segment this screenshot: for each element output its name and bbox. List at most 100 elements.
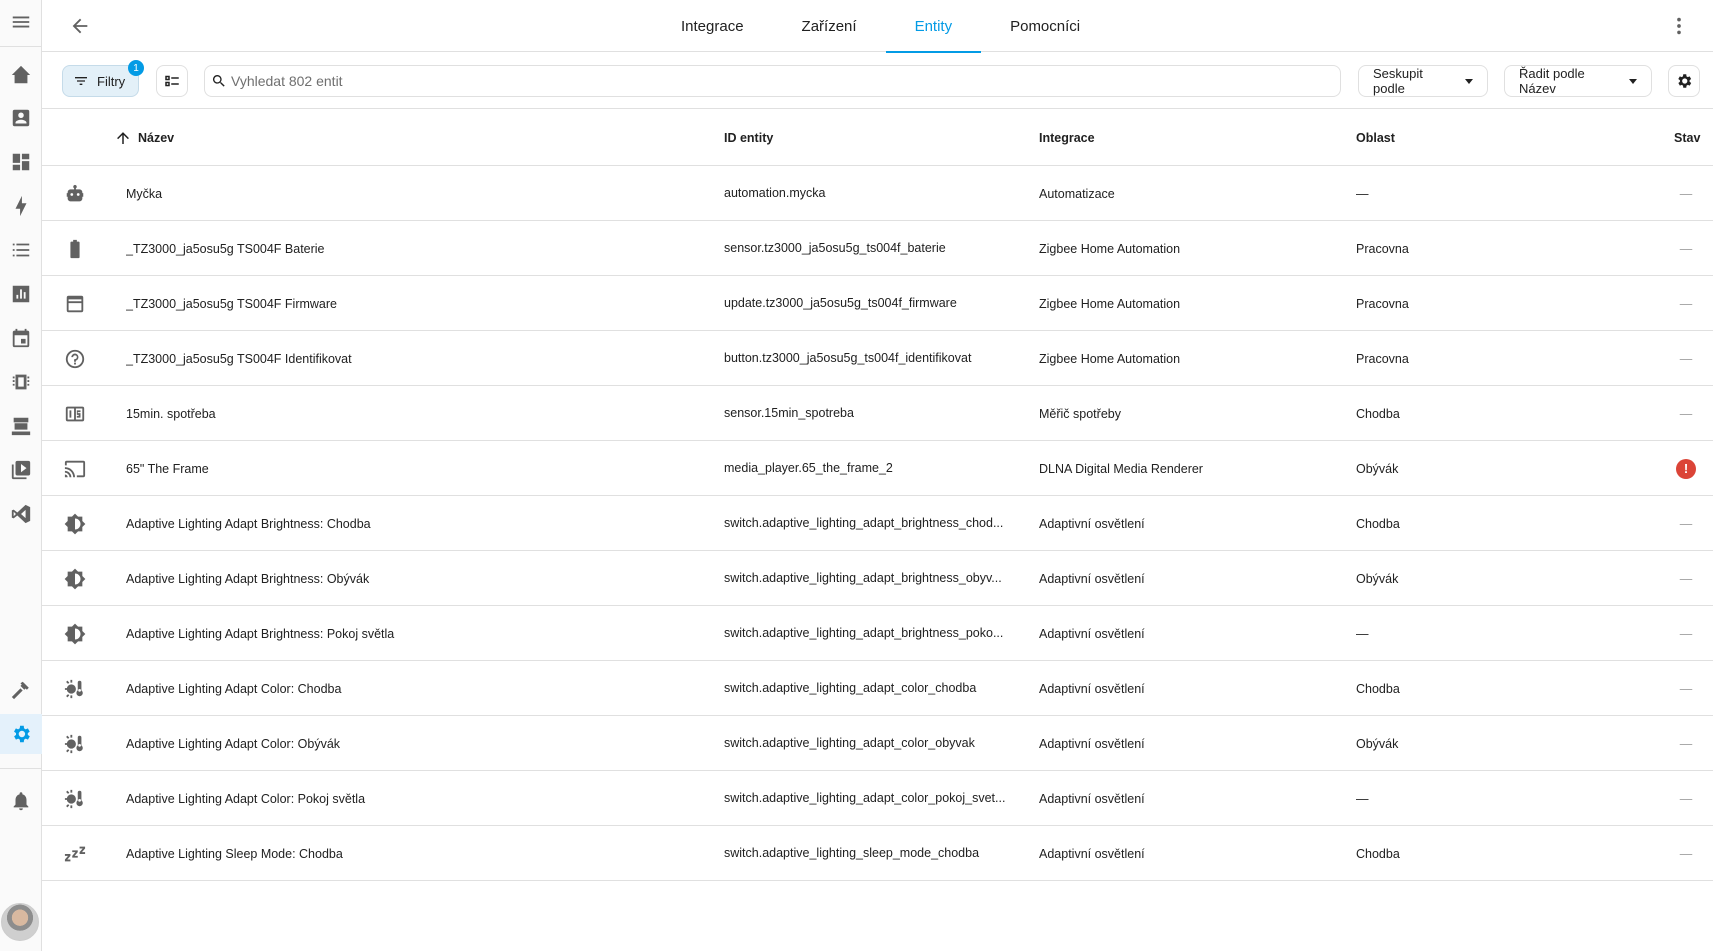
entity-id: switch.adaptive_lighting_sleep_mode_chod…: [724, 846, 980, 860]
filters-label: Filtry: [97, 73, 126, 89]
entity-area: Obývák: [1356, 461, 1399, 476]
media-icon[interactable]: [0, 450, 42, 490]
tab-helpers[interactable]: Pomocníci: [981, 0, 1109, 52]
robot-icon: [62, 166, 88, 221]
entity-area: Chodba: [1356, 406, 1400, 421]
entity-state: —: [1679, 296, 1693, 311]
entity-id: switch.adaptive_lighting_adapt_color_oby…: [724, 736, 975, 750]
entity-state: —: [1679, 351, 1693, 366]
filter-count-badge: 1: [128, 60, 144, 76]
help-circle-icon: [62, 331, 88, 386]
entity-id: automation.mycka: [724, 186, 826, 200]
entity-area: —: [1356, 186, 1369, 201]
table-row[interactable]: Adaptive Lighting Adapt Brightness: Obýv…: [42, 551, 1713, 606]
entity-name: Adaptive Lighting Adapt Brightness: Poko…: [126, 626, 395, 641]
entity-state: —: [1679, 406, 1693, 421]
search-input[interactable]: [231, 73, 1231, 89]
table-row[interactable]: Myčka automation.mycka Automatizace — —: [42, 166, 1713, 221]
search-icon: [212, 75, 225, 87]
sidebar: [0, 0, 42, 951]
entity-id: switch.adaptive_lighting_adapt_brightnes…: [724, 626, 1004, 640]
column-header-integration[interactable]: Integrace: [1039, 109, 1095, 166]
back-arrow-icon[interactable]: [66, 12, 94, 40]
table-row[interactable]: _TZ3000_ja5osu5g TS004F Baterie sensor.t…: [42, 221, 1713, 276]
entity-name: Adaptive Lighting Adapt Color: Pokoj svě…: [126, 791, 366, 806]
table-row[interactable]: Adaptive Lighting Adapt Color: Obývák sw…: [42, 716, 1713, 771]
list-icon[interactable]: [0, 230, 42, 270]
battery-icon: [62, 221, 88, 276]
table-row[interactable]: Adaptive Lighting Adapt Brightness: Chod…: [42, 496, 1713, 551]
entity-area: Chodba: [1356, 681, 1400, 696]
brightness-icon: [62, 606, 88, 661]
group-by-dropdown[interactable]: Seskupit podle: [1358, 65, 1488, 97]
entity-area: —: [1356, 626, 1369, 641]
chart-bar-icon[interactable]: [0, 274, 42, 314]
sort-by-dropdown[interactable]: Řadit podle Název: [1504, 65, 1652, 97]
entity-state: —: [1679, 681, 1693, 696]
sort-by-label: Řadit podle Název: [1519, 66, 1585, 96]
vscode-icon[interactable]: [0, 494, 42, 534]
table-row[interactable]: _TZ3000_ja5osu5g TS004F Firmware update.…: [42, 276, 1713, 331]
lightning-bolt-icon[interactable]: [0, 186, 42, 226]
entity-id: switch.adaptive_lighting_adapt_brightnes…: [724, 571, 1002, 585]
entity-integration: DLNA Digital Media Renderer: [1039, 461, 1203, 476]
sun-thermometer-icon: [62, 771, 88, 826]
entity-name: 15min. spotřeba: [126, 406, 216, 421]
entity-area: Pracovna: [1356, 241, 1409, 256]
table-row[interactable]: Adaptive Lighting Adapt Color: Pokoj svě…: [42, 771, 1713, 826]
tab-devices[interactable]: Zařízení: [773, 0, 886, 52]
settings-icon[interactable]: [0, 714, 42, 754]
table-row[interactable]: 65" The Frame media_player.65_the_frame_…: [42, 441, 1713, 496]
entity-state: —: [1679, 516, 1693, 531]
entity-area: Obývák: [1356, 571, 1399, 586]
entity-integration: Automatizace: [1039, 186, 1115, 201]
entity-area: Pracovna: [1356, 351, 1409, 366]
caret-down-icon: [1629, 78, 1637, 84]
home-assistant-icon[interactable]: [0, 55, 42, 95]
error-icon[interactable]: !: [1676, 458, 1696, 479]
table-row[interactable]: Adaptive Lighting Sleep Mode: Chodba swi…: [42, 826, 1713, 881]
tab-entities[interactable]: Entity: [885, 0, 982, 53]
column-header-state[interactable]: Stav: [1674, 109, 1700, 166]
entity-integration: Adaptivní osvětlení: [1039, 791, 1145, 806]
hacs-store-icon[interactable]: [0, 406, 42, 446]
chip-icon[interactable]: [0, 362, 42, 402]
dashboard-icon[interactable]: [0, 142, 42, 182]
entity-name: Adaptive Lighting Adapt Brightness: Chod…: [126, 516, 371, 531]
table-row[interactable]: Adaptive Lighting Adapt Color: Chodba sw…: [42, 661, 1713, 716]
hammer-icon[interactable]: [0, 670, 42, 710]
column-header-entity-id[interactable]: ID entity: [724, 109, 773, 166]
brightness-icon: [62, 496, 88, 551]
entity-state: —: [1679, 846, 1693, 861]
entity-name: Adaptive Lighting Adapt Brightness: Obýv…: [126, 571, 370, 586]
table-settings-button[interactable]: [1668, 65, 1700, 97]
column-header-area[interactable]: Oblast: [1356, 109, 1395, 166]
selection-mode-button[interactable]: [156, 65, 188, 97]
gear-icon: [1678, 74, 1692, 88]
entity-id: switch.adaptive_lighting_adapt_color_cho…: [724, 681, 977, 695]
calendar-icon[interactable]: [0, 318, 42, 358]
filter-icon: [75, 77, 87, 85]
column-header-name[interactable]: Název: [114, 109, 174, 166]
entity-name: _TZ3000_ja5osu5g TS004F Baterie: [126, 241, 325, 256]
entity-integration: Adaptivní osvětlení: [1039, 736, 1145, 751]
account-box-icon[interactable]: [0, 98, 42, 138]
table-row[interactable]: 15min. spotřeba sensor.15min_spotreba Mě…: [42, 386, 1713, 441]
tab-integrations[interactable]: Integrace: [652, 0, 773, 52]
entity-area: Pracovna: [1356, 296, 1409, 311]
table-row[interactable]: Adaptive Lighting Adapt Brightness: Poko…: [42, 606, 1713, 661]
group-by-label: Seskupit podle: [1373, 66, 1423, 96]
avatar[interactable]: [1, 903, 39, 941]
entities-table: Název ID entity Integrace Oblast Stav My…: [42, 109, 1713, 881]
menu-icon[interactable]: [0, 2, 42, 42]
brightness-icon: [62, 551, 88, 606]
entity-integration: Adaptivní osvětlení: [1039, 846, 1145, 861]
more-vertical-icon[interactable]: [1665, 12, 1693, 40]
bell-icon[interactable]: [0, 781, 42, 821]
sun-thermometer-icon: [62, 716, 88, 771]
entity-name: _TZ3000_ja5osu5g TS004F Identifikovat: [126, 351, 352, 366]
entity-state: !: [1674, 441, 1698, 496]
cast-icon: [62, 441, 88, 496]
table-toolbar: Filtry 1 Seskupit podle Řadit podle Náze…: [42, 52, 1713, 109]
table-row[interactable]: _TZ3000_ja5osu5g TS004F Identifikovat bu…: [42, 331, 1713, 386]
